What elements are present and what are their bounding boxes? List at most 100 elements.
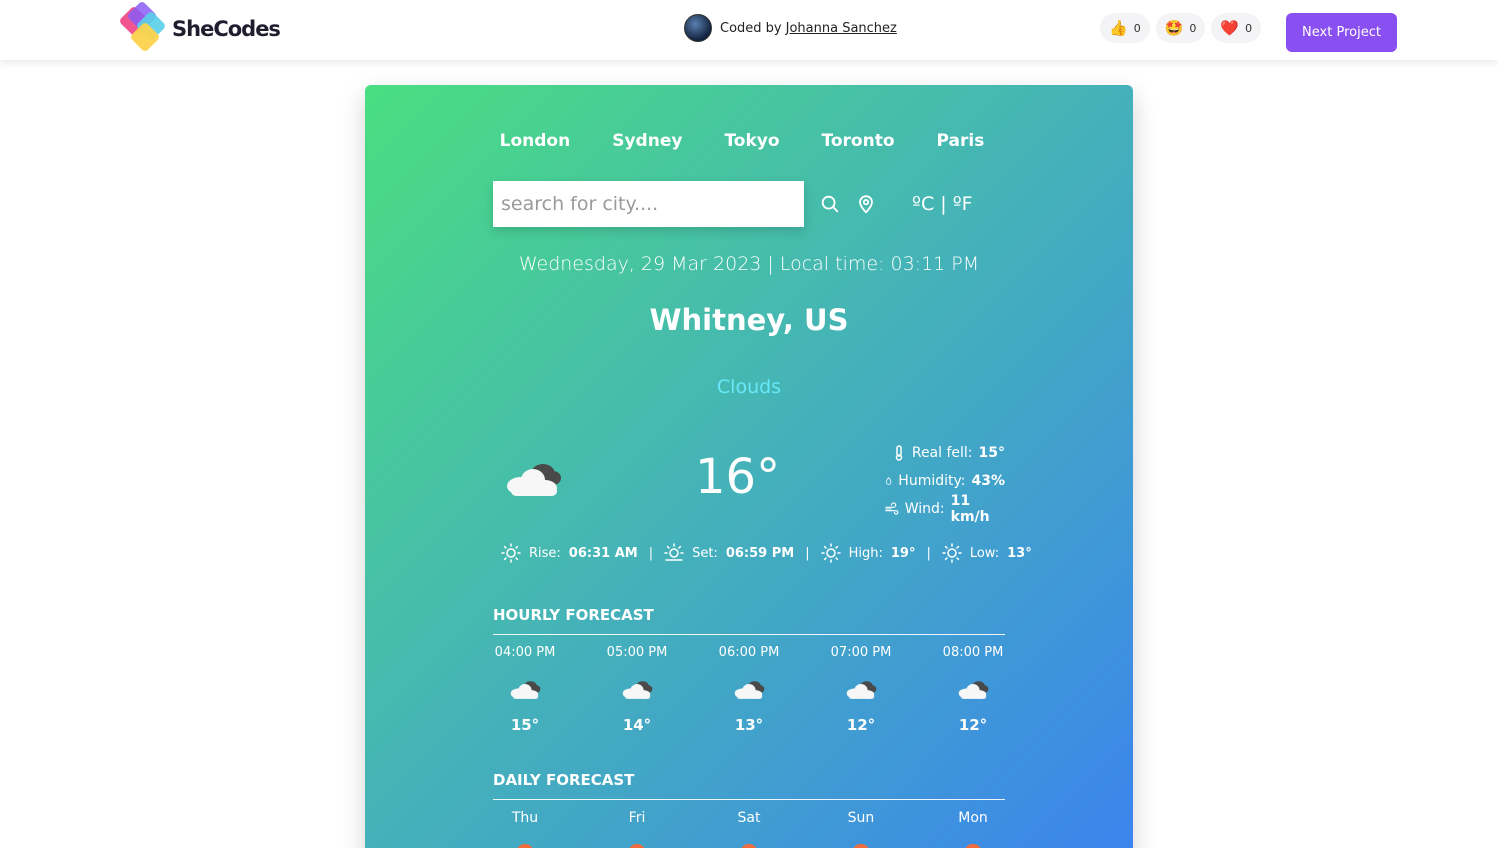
sun-info-row: Rise: 06:31 AM | Set: 06:59 PM | High: 1… — [501, 543, 1032, 563]
high-label: High: — [848, 545, 883, 561]
sunset-icon — [664, 543, 684, 561]
coded-by-prefix: Coded by — [720, 20, 782, 36]
next-project-button[interactable]: Next Project — [1286, 13, 1397, 52]
sun-icon — [628, 844, 646, 848]
heart-icon: ❤️ — [1220, 19, 1240, 37]
search-icon[interactable] — [819, 193, 841, 215]
wind-value: 11 km/h — [950, 493, 990, 525]
reactions: 👍 0 🤩 0 ❤️ 0 — [1100, 13, 1262, 43]
cloudy-icon — [734, 681, 765, 699]
hour-time: 05:00 PM — [606, 645, 668, 660]
humidity: Humidity: 43% — [885, 467, 1005, 495]
date-time: Wednesday, 29 Mar 2023 | Local time: 03:… — [518, 253, 980, 275]
reaction-thumbs-up[interactable]: 👍 0 — [1100, 13, 1150, 43]
hour-time: 06:00 PM — [718, 645, 780, 660]
daily-item: Sun — [841, 810, 881, 848]
hour-temp: 12° — [846, 716, 876, 734]
sun-icon — [852, 844, 870, 848]
reaction-count: 0 — [1133, 21, 1141, 35]
real-feel: Real fell: 15° — [885, 439, 1005, 467]
city-link-tokyo[interactable]: Tokyo — [724, 131, 779, 151]
unit-toggle[interactable]: ºC | ºF — [912, 193, 973, 215]
separator: | — [926, 545, 931, 561]
humidity-label: Humidity: — [898, 473, 966, 489]
low-label: Low: — [969, 545, 1000, 561]
hour-temp: 12° — [958, 716, 988, 734]
cloudy-icon — [846, 681, 877, 699]
weather-condition: Clouds — [716, 376, 782, 398]
top-bar: SheCodes Coded by Johanna Sanchez 👍 0 🤩 … — [0, 0, 1498, 60]
daily-item: Mon — [953, 810, 993, 848]
separator: | — [805, 545, 810, 561]
logo-mark-icon — [118, 0, 167, 53]
wind-icon — [885, 502, 899, 515]
location-name: Whitney, US — [649, 303, 849, 337]
hourly-item: 05:00 PM 14° — [605, 645, 669, 734]
sun-icon — [964, 844, 982, 848]
daily-item: Thu — [505, 810, 545, 848]
city-search-input[interactable] — [493, 181, 804, 227]
hourly-item: 04:00 PM 15° — [493, 645, 557, 734]
day-name: Sat — [737, 810, 761, 826]
weather-card: London Sydney Tokyo Toronto Paris ºC | º… — [365, 85, 1133, 848]
city-links: London Sydney Tokyo Toronto Paris — [365, 131, 1133, 151]
cloudy-icon — [510, 681, 541, 699]
author-link[interactable]: Johanna Sanchez — [786, 21, 897, 36]
rise-value: 06:31 AM — [568, 545, 638, 561]
hourly-forecast: 04:00 PM 15° 05:00 PM 14° 06:00 PM 13° 0… — [493, 645, 1005, 734]
location-pin-icon[interactable] — [855, 193, 877, 215]
hourly-item: 07:00 PM 12° — [829, 645, 893, 734]
city-link-london[interactable]: London — [500, 131, 571, 151]
hour-time: 04:00 PM — [494, 645, 556, 660]
set-label: Set: — [692, 545, 718, 561]
author-avatar[interactable] — [684, 14, 712, 42]
reaction-star-eyes[interactable]: 🤩 0 — [1155, 13, 1206, 43]
reaction-heart[interactable]: ❤️ 0 — [1211, 13, 1262, 43]
cloudy-icon — [622, 681, 653, 699]
hour-temp: 13° — [734, 716, 764, 734]
cloudy-icon — [507, 464, 561, 496]
thermometer-icon — [895, 445, 903, 461]
set-value: 06:59 PM — [725, 545, 795, 561]
current-temperature: 16° — [695, 449, 781, 505]
reaction-count: 0 — [1245, 21, 1253, 35]
daily-item: Sat — [729, 810, 769, 848]
cloudy-icon — [958, 681, 989, 699]
star-eyes-icon: 🤩 — [1164, 19, 1184, 37]
hour-temp: 15° — [510, 716, 540, 734]
real-feel-label: Real fell: — [911, 445, 973, 461]
hourly-item: 06:00 PM 13° — [717, 645, 781, 734]
sun-icon — [516, 844, 534, 848]
sunrise-icon — [501, 543, 521, 563]
wind-label: Wind: — [904, 501, 945, 517]
low-value: 13° — [1007, 545, 1032, 561]
shecodes-logo[interactable]: SheCodes — [118, 0, 281, 53]
coded-by: Coded by Johanna Sanchez — [684, 14, 897, 42]
hour-time: 08:00 PM — [942, 645, 1004, 660]
sun-icon — [740, 844, 758, 848]
sun-high-icon — [820, 543, 841, 563]
logo-text: SheCodes — [172, 17, 281, 41]
rise-label: Rise: — [529, 545, 561, 561]
daily-forecast-title: DAILY FORECAST — [493, 771, 1005, 800]
hour-temp: 14° — [622, 716, 652, 734]
day-name: Fri — [628, 810, 646, 826]
weather-details: Real fell: 15° Humidity: 43% Wind: 11 km… — [885, 439, 1005, 525]
high-value: 19° — [890, 545, 916, 561]
reaction-count: 0 — [1189, 21, 1197, 35]
city-link-paris[interactable]: Paris — [937, 131, 985, 151]
day-name: Thu — [511, 810, 539, 826]
day-name: Mon — [958, 810, 988, 826]
daily-forecast: Thu Fri Sat Sun Mon — [493, 810, 1005, 848]
humidity-value: 43% — [971, 473, 1005, 489]
city-link-sydney[interactable]: Sydney — [612, 131, 682, 151]
hour-time: 07:00 PM — [830, 645, 892, 660]
separator: | — [648, 545, 654, 561]
real-feel-value: 15° — [978, 445, 1005, 461]
sun-low-icon — [942, 543, 962, 563]
hourly-item: 08:00 PM 12° — [941, 645, 1005, 734]
daily-item: Fri — [617, 810, 657, 848]
droplet-icon — [885, 476, 892, 485]
wind: Wind: 11 km/h — [885, 493, 1005, 525]
city-link-toronto[interactable]: Toronto — [822, 131, 895, 151]
